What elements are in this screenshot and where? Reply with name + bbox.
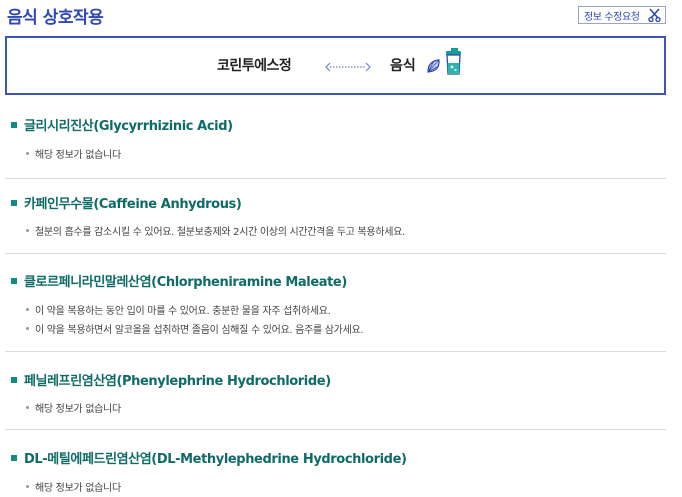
- interaction-item: 철분의 흡수를 감소시킬 수 있어요. 철분보충제와 2시간 이상의 시간간격을…: [26, 223, 405, 238]
- ingredient-heading: 글리시리진산(Glycyrrhizinic Acid): [11, 115, 233, 134]
- bullet-dot: [26, 152, 29, 155]
- ingredient-section: 페닐레프린염산염(Phenylephrine Hydrochloride) 해당…: [5, 370, 666, 430]
- ingredient-heading: 카페인무수물(Caffeine Anhydrous): [11, 193, 242, 212]
- food-label: 음식: [390, 58, 416, 74]
- ingredient-section: 클로르페니라민말레산염(Chlorpheniramine Maleate) 이 …: [5, 271, 666, 352]
- edit-request-button[interactable]: 정보 수정요청: [578, 6, 666, 24]
- bullet-square: [11, 121, 17, 128]
- bullet-dot: [26, 229, 29, 232]
- interaction-item: 이 약을 복용하는 동안 입이 마를 수 있어요. 충분한 물을 자주 섭취하세…: [26, 302, 331, 317]
- ingredient-heading: 페닐레프린염산염(Phenylephrine Hydrochloride): [11, 370, 331, 389]
- bullet-square: [11, 199, 17, 206]
- ingredient-section: 글리시리진산(Glycyrrhizinic Acid) 해당 정보가 없습니다: [5, 115, 666, 179]
- interaction-item: 이 약을 복용하면서 알코올을 섭취하면 졸음이 심해질 수 있어요. 음주를 …: [26, 321, 364, 336]
- double-arrow-icon: [325, 62, 371, 72]
- drug-name: 코린투에스정: [217, 58, 292, 74]
- lemon-icon: [427, 59, 440, 73]
- bullet-square: [11, 376, 17, 383]
- edit-request-label: 정보 수정요청: [584, 11, 640, 23]
- bullet-dot: [26, 406, 29, 409]
- scissors-icon: [648, 8, 661, 22]
- page-title: 음식 상호작용: [7, 8, 104, 28]
- interaction-banner: 코린투에스정 음식: [5, 36, 666, 95]
- bullet-square: [11, 277, 17, 284]
- bullet-dot: [26, 485, 29, 488]
- ingredient-heading: 클로르페니라민말레산염(Chlorpheniramine Maleate): [11, 271, 347, 290]
- drink-cup-icon: [446, 48, 461, 75]
- ingredient-heading: DL-메틸에페드린염산염(DL-Methylephedrine Hydrochl…: [11, 448, 407, 467]
- interaction-item: 해당 정보가 없습니다: [26, 479, 121, 494]
- ingredient-section: DL-메틸에페드린염산염(DL-Methylephedrine Hydrochl…: [5, 448, 666, 497]
- ingredient-section: 카페인무수물(Caffeine Anhydrous) 철분의 흡수를 감소시킬 …: [5, 193, 666, 254]
- bullet-square: [11, 454, 17, 461]
- interaction-item: 해당 정보가 없습니다: [26, 146, 121, 161]
- bullet-dot: [26, 327, 29, 330]
- interaction-item: 해당 정보가 없습니다: [26, 400, 121, 415]
- bullet-dot: [26, 308, 29, 311]
